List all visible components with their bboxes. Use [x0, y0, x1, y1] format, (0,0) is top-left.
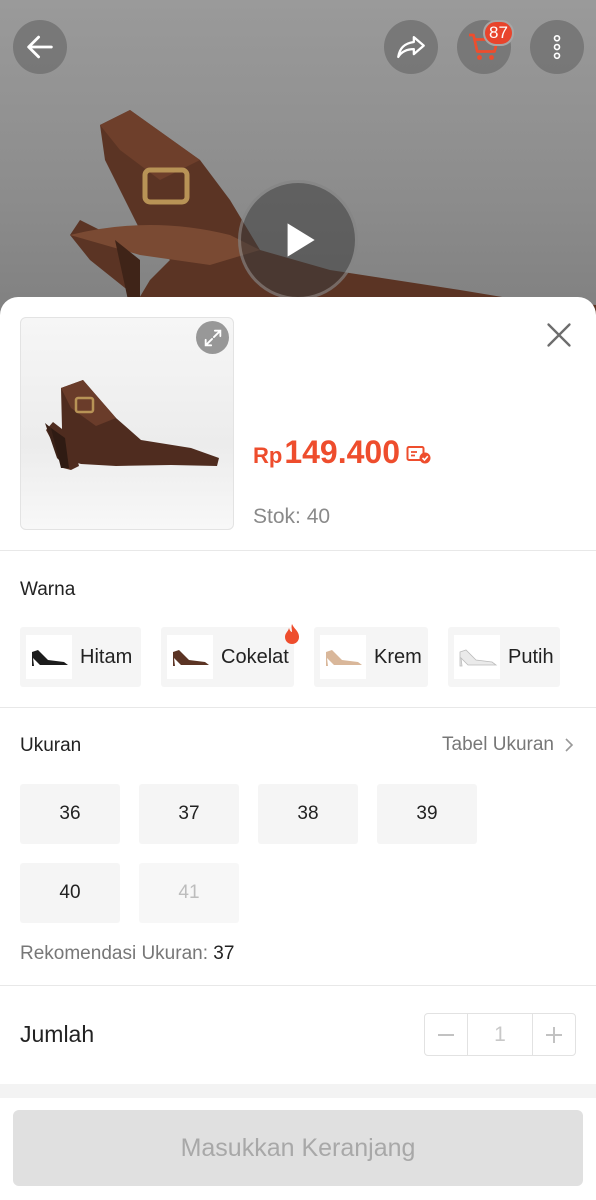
increase-quantity-button[interactable] — [533, 1014, 575, 1055]
decrease-quantity-button[interactable] — [425, 1014, 467, 1055]
close-sheet-button[interactable] — [541, 317, 577, 353]
divider — [0, 985, 596, 986]
color-thumbnail — [167, 635, 213, 679]
fire-icon — [285, 624, 299, 644]
share-icon — [397, 35, 425, 59]
voucher-check-icon — [406, 446, 431, 464]
color-option-krem[interactable]: Krem — [314, 627, 428, 687]
color-option-putih[interactable]: Putih — [448, 627, 560, 687]
share-button[interactable] — [384, 20, 438, 74]
size-option-38[interactable]: 38 — [258, 784, 358, 844]
color-thumbnail — [454, 635, 500, 679]
stock-label: Stok: — [253, 505, 307, 528]
size-option-39[interactable]: 39 — [377, 784, 477, 844]
quantity-stepper: 1 — [424, 1013, 576, 1056]
quantity-input[interactable]: 1 — [467, 1014, 533, 1055]
size-section-title: Ukuran — [20, 735, 82, 756]
size-option-37[interactable]: 37 — [139, 784, 239, 844]
expand-image-button[interactable] — [196, 321, 229, 354]
product-media[interactable]: 87 — [0, 0, 596, 330]
size-option-40[interactable]: 40 — [20, 863, 120, 923]
size-option-41: 41 — [139, 863, 239, 923]
footer-separator — [0, 1084, 596, 1098]
add-to-cart-button[interactable]: Masukkan Keranjang — [13, 1110, 583, 1186]
size-chart-link[interactable]: Tabel Ukuran — [442, 734, 574, 756]
play-video-button[interactable] — [238, 180, 358, 300]
chevron-right-icon — [565, 738, 574, 752]
recommendation-value: 37 — [213, 943, 235, 964]
divider — [0, 550, 596, 551]
arrow-left-icon — [27, 35, 53, 59]
more-vertical-icon — [553, 34, 561, 60]
close-icon — [547, 323, 571, 347]
price-currency: Rp — [253, 443, 283, 468]
cart-count-badge: 87 — [483, 20, 514, 46]
expand-icon — [204, 329, 221, 346]
size-recommendation: Rekomendasi Ukuran: 37 — [20, 943, 234, 965]
color-label: Cokelat — [221, 645, 289, 668]
size-option-36[interactable]: 36 — [20, 784, 120, 844]
divider — [0, 707, 596, 708]
recommendation-label: Rekomendasi Ukuran: — [20, 943, 214, 964]
color-label: Hitam — [80, 645, 133, 668]
stock-value: 40 — [306, 505, 331, 528]
color-thumbnail — [26, 635, 72, 679]
variant-sheet: Rp 149.400 Stok: 40 Warna Hitam Cokelat … — [0, 297, 596, 1200]
minus-icon — [438, 1033, 454, 1036]
stock-info: Stok: 40 — [253, 505, 330, 529]
back-button[interactable] — [13, 20, 67, 74]
play-icon — [287, 223, 315, 257]
quantity-label: Jumlah — [20, 1021, 95, 1047]
product-price: Rp 149.400 — [253, 434, 432, 471]
plus-icon — [546, 1026, 562, 1043]
color-thumbnail — [320, 635, 366, 679]
color-option-cokelat[interactable]: Cokelat — [161, 627, 294, 687]
size-chart-label: Tabel Ukuran — [442, 734, 554, 755]
price-amount: 149.400 — [284, 434, 400, 470]
color-label: Krem — [374, 645, 422, 668]
color-section-title: Warna — [20, 579, 76, 600]
color-label: Putih — [508, 645, 554, 668]
color-option-hitam[interactable]: Hitam — [20, 627, 141, 687]
more-options-button[interactable] — [530, 20, 584, 74]
